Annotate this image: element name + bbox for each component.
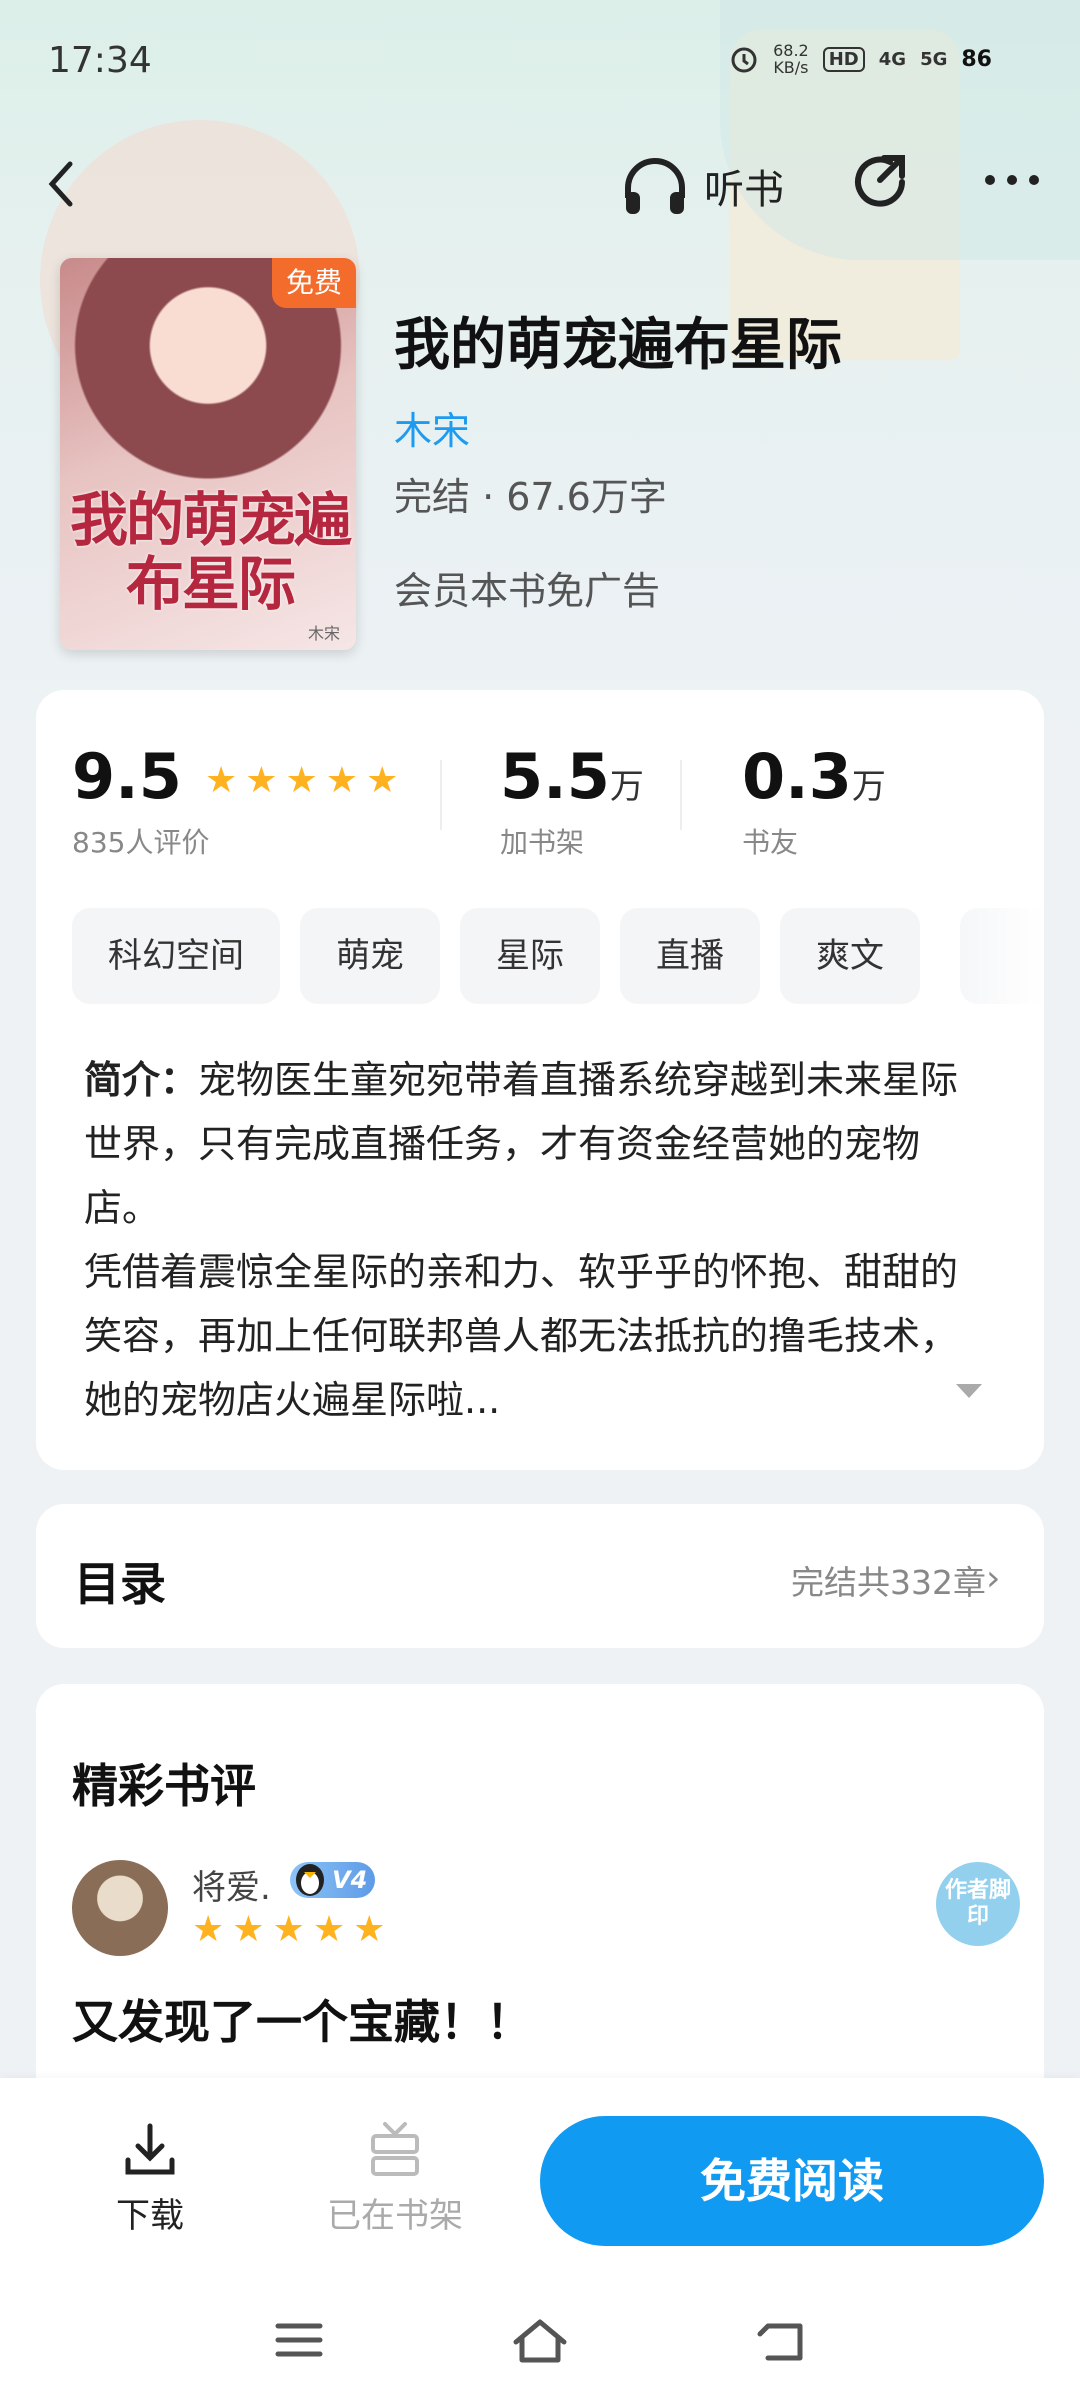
intro-label: 简介： [84, 1058, 199, 1102]
download-icon [125, 2123, 175, 2175]
listen-button[interactable]: 听书 [620, 154, 784, 218]
chevron-left-icon [48, 161, 73, 207]
review-username[interactable]: 将爱. [192, 1860, 271, 1909]
star-icon: ★ [204, 760, 238, 801]
on-shelf-button[interactable]: 已在书架 [320, 2120, 470, 2237]
rating-stars: ★ ★ ★ ★ ★ [205, 763, 398, 799]
fans-unit: 万 [851, 767, 886, 807]
avatar[interactable] [72, 1860, 168, 1956]
divider [440, 760, 442, 830]
tag-chip[interactable]: 星际 [460, 908, 600, 1004]
tag-overflow-fade [960, 908, 1044, 1004]
star-icon: ★ [192, 1909, 225, 1950]
home-icon[interactable] [510, 2316, 570, 2366]
alarm-icon [731, 47, 757, 73]
tag-chip[interactable]: 萌宠 [300, 908, 440, 1004]
menu-icon[interactable] [274, 2320, 324, 2360]
top-toolbar: 听书 [0, 140, 1080, 230]
free-read-button[interactable]: 免费阅读 [540, 2116, 1044, 2246]
star-icon: ★ [312, 1909, 346, 1950]
star-icon: ★ [353, 1909, 386, 1950]
network-speed: 68.2 KB/s [773, 41, 809, 77]
star-icon: ★ [325, 760, 359, 801]
divider [680, 760, 682, 830]
download-label: 下载 [116, 2196, 184, 2236]
fans-label: 书友 [742, 826, 799, 859]
book-title: 我的萌宠遍布星际 [394, 313, 842, 378]
more-button[interactable] [980, 160, 1044, 200]
book-meta: 完结 · 67.6万字 [394, 475, 667, 519]
rating-value: 9.5 [72, 740, 182, 813]
status-time: 17:34 [48, 40, 152, 81]
book-cover[interactable]: 我的萌宠遍布星际 木宋 免费 [60, 258, 356, 650]
status-bar: 17:34 68.2 KB/s HD 4G 5G 86 [0, 0, 1080, 120]
toc-title: 目录 [74, 1557, 166, 1611]
vip-note[interactable]: 会员本书免广告 [394, 560, 660, 615]
bookshelf-icon [371, 2122, 419, 2176]
battery-indicator: 86 [961, 46, 992, 72]
fans-value: 0.3 [742, 740, 852, 813]
signal-5g-icon: 5G [920, 48, 948, 70]
share-icon [855, 155, 905, 207]
system-nav-bar [0, 2300, 1080, 2400]
intro-text-2: 凭借着震惊全星际的亲和力、软乎乎的怀抱、甜甜的笑容，再加上任何联邦兽人都无法抵抗… [84, 1250, 959, 1422]
cover-title: 我的萌宠遍布星际 [70, 486, 352, 618]
star-icon: ★ [366, 760, 399, 801]
download-button[interactable]: 下载 [110, 2120, 190, 2237]
shelf-unit: 万 [609, 767, 644, 807]
star-icon: ★ [232, 1909, 265, 1950]
headphones-icon [625, 158, 685, 214]
intro-text: 宠物医生童宛宛带着直播系统穿越到未来星际世界，只有完成直播任务，才有资金经营她的… [84, 1058, 959, 1230]
rating-count: 835人评价 [72, 826, 210, 859]
tag-chip[interactable]: 直播 [620, 908, 760, 1004]
hd-icon: HD [822, 46, 865, 72]
tag-chip[interactable]: 科幻空间 [72, 908, 280, 1004]
rating-stat[interactable]: 9.5 ★ ★ ★ ★ ★ 835人评价 [72, 740, 398, 861]
shelf-label: 加书架 [500, 826, 585, 859]
star-icon: ★ [245, 760, 278, 801]
back-nav-icon[interactable] [754, 2316, 810, 2366]
on-shelf-label: 已在书架 [327, 2196, 463, 2236]
shelf-stat: 5.5万 加书架 [500, 740, 644, 861]
shelf-value: 5.5 [500, 740, 610, 813]
author-footprint-stamp: 作者脚印 [936, 1862, 1020, 1946]
review-text[interactable]: 又发现了一个宝藏！！ [72, 1986, 532, 2052]
reviews-title: 精彩书评 [72, 1759, 256, 1813]
level-badge: V4 [290, 1862, 376, 1898]
author-link[interactable]: 木宋 [394, 400, 470, 455]
signal-4g-icon: 4G [878, 48, 907, 70]
cover-author: 木宋 [307, 624, 340, 643]
fans-stat[interactable]: 0.3万 书友 [742, 740, 886, 861]
review-stars: ★ ★ ★ ★ ★ [192, 1912, 385, 1948]
book-intro[interactable]: 简介：宠物医生童宛宛带着直播系统穿越到未来星际世界，只有完成直播任务，才有资金经… [84, 1048, 984, 1432]
penguin-icon [296, 1864, 324, 1896]
back-button[interactable] [40, 154, 80, 214]
free-tag: 免费 [272, 258, 356, 308]
status-icons: 68.2 KB/s HD 4G 5G 86 [729, 42, 992, 76]
tag-list: 科幻空间 萌宠 星际 直播 爽文 [72, 908, 920, 1004]
chevron-right-icon: › [986, 1558, 1001, 1599]
more-dots-icon [985, 175, 1039, 185]
star-icon: ★ [272, 1909, 305, 1950]
expand-arrow-icon[interactable] [954, 1382, 984, 1402]
share-button[interactable] [850, 152, 914, 216]
star-icon: ★ [285, 760, 318, 801]
level-label: V4 [332, 1866, 368, 1894]
toc-count: 完结共332章 [791, 1563, 986, 1602]
tag-chip[interactable]: 爽文 [780, 908, 920, 1004]
listen-label: 听书 [704, 167, 784, 213]
